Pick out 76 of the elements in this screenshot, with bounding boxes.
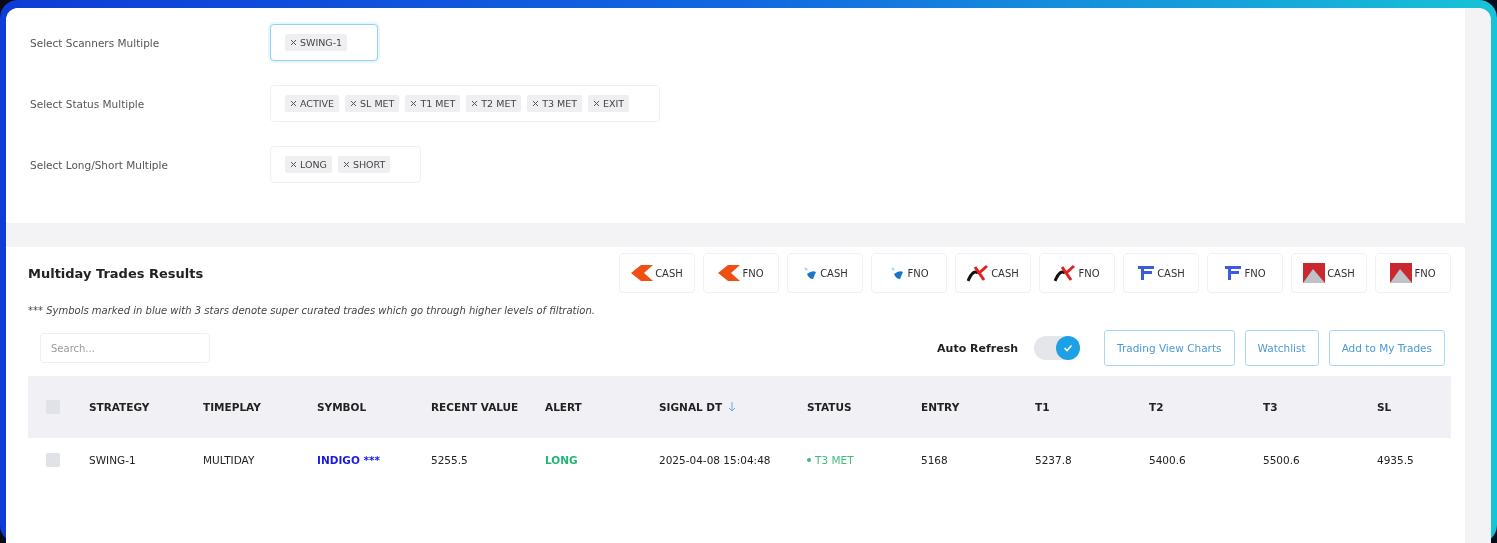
row-checkbox[interactable] — [46, 453, 60, 467]
check-icon — [1063, 343, 1074, 353]
remove-icon[interactable] — [290, 39, 297, 46]
column-header[interactable]: T3 — [1263, 401, 1377, 413]
filter-label: Select Long/Short Multiple — [30, 158, 169, 171]
filter-chip-label: T1 MET — [420, 98, 456, 109]
remove-icon[interactable] — [410, 100, 418, 107]
table-cell-text: 5500.6 — [1263, 454, 1301, 466]
remove-icon[interactable] — [350, 100, 358, 107]
column-header[interactable]: SIGNAL DT — [659, 401, 807, 413]
column-header[interactable]: ALERT — [545, 401, 659, 413]
remove-icon[interactable] — [593, 100, 601, 107]
cross-logo-icon — [1054, 264, 1077, 282]
remove-icon[interactable] — [290, 100, 297, 107]
column-header[interactable]: SYMBOL — [317, 401, 431, 413]
status-text: T3 MET — [815, 454, 854, 466]
remove-icon[interactable] — [471, 100, 479, 107]
column-header[interactable]: ENTRY — [921, 401, 1035, 413]
column-header[interactable]: T2 — [1149, 401, 1263, 413]
curated-note: *** Symbols marked in blue with 3 stars denote super curated trades which go through higher levels of filtration. — [28, 305, 596, 316]
tile-logo-icon — [1303, 263, 1326, 283]
column-header[interactable]: STATUS — [807, 401, 921, 413]
tile-logo-icon — [1390, 263, 1413, 283]
multi-select-field[interactable]: ACTIVE SL MET T1 MET T2 MET T3 MET EXIT — [270, 85, 661, 122]
filter-chip-label: EXIT — [603, 98, 625, 109]
auto-refresh-toggle[interactable] — [1034, 336, 1081, 360]
chevron-logo-icon — [631, 265, 654, 281]
filter-label: Select Scanners Multiple — [30, 36, 161, 49]
cross-logo-icon — [967, 264, 990, 282]
filter-chip-label: LONG — [300, 159, 327, 170]
table-cell-text: SWING-1 — [89, 454, 137, 466]
broker-button[interactable]: CASH — [787, 253, 863, 293]
broker-button[interactable]: CASH — [619, 253, 695, 293]
remove-icon[interactable] — [290, 161, 297, 168]
column-header[interactable]: TIMEPLAY — [203, 401, 317, 413]
filter-chip-label: SHORT — [352, 159, 386, 170]
broker-button[interactable]: FNO — [1039, 253, 1115, 293]
broker-button[interactable]: CASH — [1291, 253, 1367, 293]
filter-chip-label: SWING-1 — [300, 37, 343, 48]
broker-button[interactable]: FNO — [1375, 253, 1451, 293]
f-logo-icon — [1137, 264, 1156, 282]
symbol-link[interactable]: INDIGO *** — [317, 454, 431, 466]
table-cell-text: 5255.5 — [431, 454, 469, 466]
multi-select-field[interactable]: LONG SHORT — [270, 146, 422, 183]
filter-chip-label: T2 MET — [481, 98, 517, 109]
broker-button[interactable]: FNO — [703, 253, 779, 293]
filter-chip-label: T3 MET — [542, 98, 578, 109]
multi-select-field[interactable]: SWING-1 — [270, 24, 379, 61]
remove-icon[interactable] — [342, 161, 350, 168]
broker-button[interactable]: FNO — [871, 253, 947, 293]
chevron-logo-icon — [718, 265, 741, 281]
column-header[interactable]: T1 — [1035, 401, 1149, 413]
broker-button[interactable]: FNO — [1207, 253, 1283, 293]
auto-refresh-label: Auto Refresh — [937, 341, 1019, 355]
table-cell-text: 5168 — [921, 454, 949, 466]
table-cell-text: 5400.6 — [1149, 454, 1187, 466]
table-cell-text: 5237.8 — [1035, 454, 1073, 466]
remove-icon[interactable] — [532, 100, 540, 107]
filter-label: Select Status Multiple — [30, 97, 146, 110]
table-cell-text: 2025-04-08 15:04:48 — [659, 454, 772, 466]
table-cell-text: MULTIDAY — [203, 454, 256, 466]
alert-text: LONG — [545, 454, 579, 466]
results-title: Multiday Trades Results — [28, 265, 204, 281]
filter-chip-label: ACTIVE — [300, 98, 335, 109]
drop-logo-icon — [889, 265, 906, 281]
filter-chip-label: SL MET — [360, 98, 395, 109]
sort-arrow-icon — [728, 402, 737, 412]
search-field[interactable]: Search... — [40, 333, 210, 363]
table-cell-text: 4935.5 — [1377, 454, 1415, 466]
column-header[interactable]: STRATEGY — [89, 401, 203, 413]
column-header[interactable]: SL — [1377, 401, 1451, 413]
drop-logo-icon — [802, 265, 819, 281]
broker-button[interactable]: CASH — [1123, 253, 1199, 293]
broker-button[interactable]: CASH — [955, 253, 1031, 293]
column-header[interactable]: RECENT VALUE — [431, 401, 545, 413]
f-logo-icon — [1224, 264, 1243, 282]
